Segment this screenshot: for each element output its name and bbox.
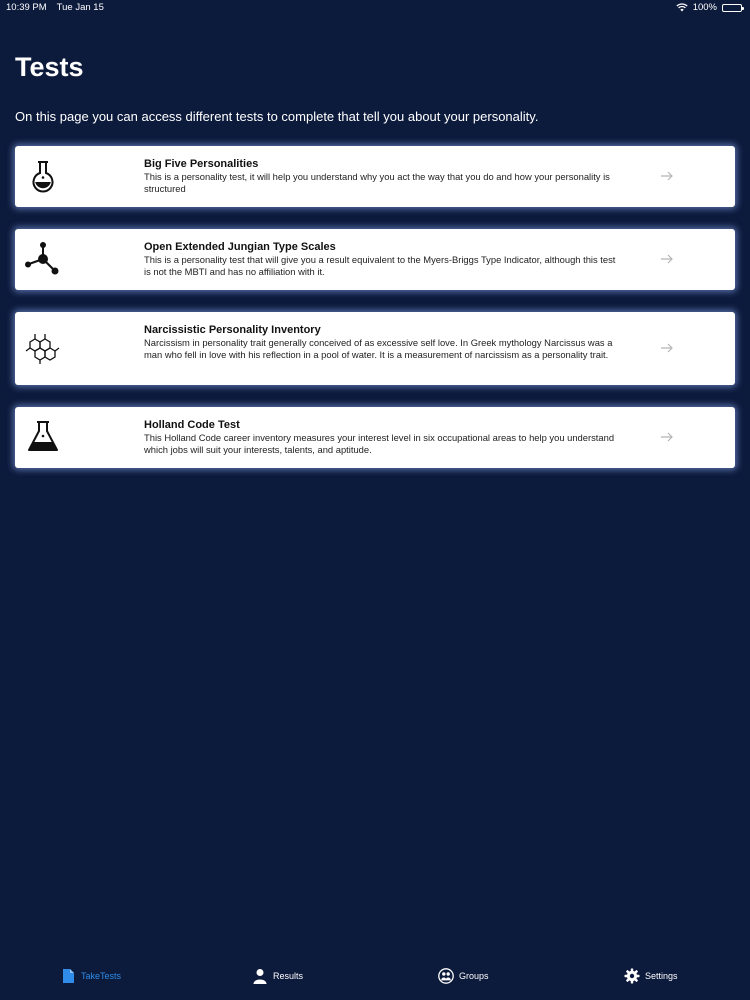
tab-results[interactable]: Results [252,968,303,984]
wifi-icon [676,3,688,12]
arrow-right-icon [661,432,673,442]
test-title: Narcissistic Personality Inventory [144,324,321,336]
battery-icon [722,3,744,12]
tab-settings[interactable]: Settings [624,968,678,984]
gear-icon [624,968,640,984]
page-title: Tests [15,52,84,82]
page-description: On this page you can access different te… [15,109,539,124]
hexagon-structure-icon [25,334,60,364]
test-card-big-five[interactable]: Big Five Personalities This is a persona… [15,146,735,207]
test-card-narcissistic[interactable]: Narcissistic Personality Inventory Narci… [15,312,735,385]
person-icon [253,969,267,984]
test-title: Open Extended Jungian Type Scales [144,241,336,253]
test-description: This Holland Code career inventory measu… [144,432,615,455]
status-date: Tue Jan 15 [56,2,104,13]
arrow-right-icon [661,171,673,181]
test-title: Big Five Personalities [144,158,259,170]
tab-groups[interactable]: Groups [438,968,489,984]
battery-percent: 100% [692,2,717,13]
tab-label: TakeTests [81,971,122,981]
status-bar: 10:39 PM Tue Jan 15 100% [0,0,750,16]
arrow-right-icon [661,254,673,264]
test-description: Narcissism in personality trait generall… [144,337,613,360]
test-description: This is a personality test, it will help… [144,171,610,194]
flask-round-icon [32,161,54,193]
test-card-jungian[interactable]: Open Extended Jungian Type Scales This i… [15,229,735,290]
group-icon [438,968,454,984]
arrow-right-icon [661,343,673,353]
tab-bar: TakeTests Results Groups Settings [0,960,750,1000]
tab-label: Groups [459,971,489,981]
molecule-icon [25,242,59,275]
status-time: 10:39 PM [6,2,47,13]
erlenmeyer-flask-icon [28,421,58,451]
test-title: Holland Code Test [144,419,240,431]
document-icon [63,969,74,983]
tab-label: Settings [645,971,678,981]
tab-label: Results [273,971,304,981]
test-card-holland[interactable]: Holland Code Test This Holland Code care… [15,407,735,468]
test-description: This is a personality test that will giv… [144,254,616,277]
tab-take-tests[interactable]: TakeTests [60,968,121,984]
